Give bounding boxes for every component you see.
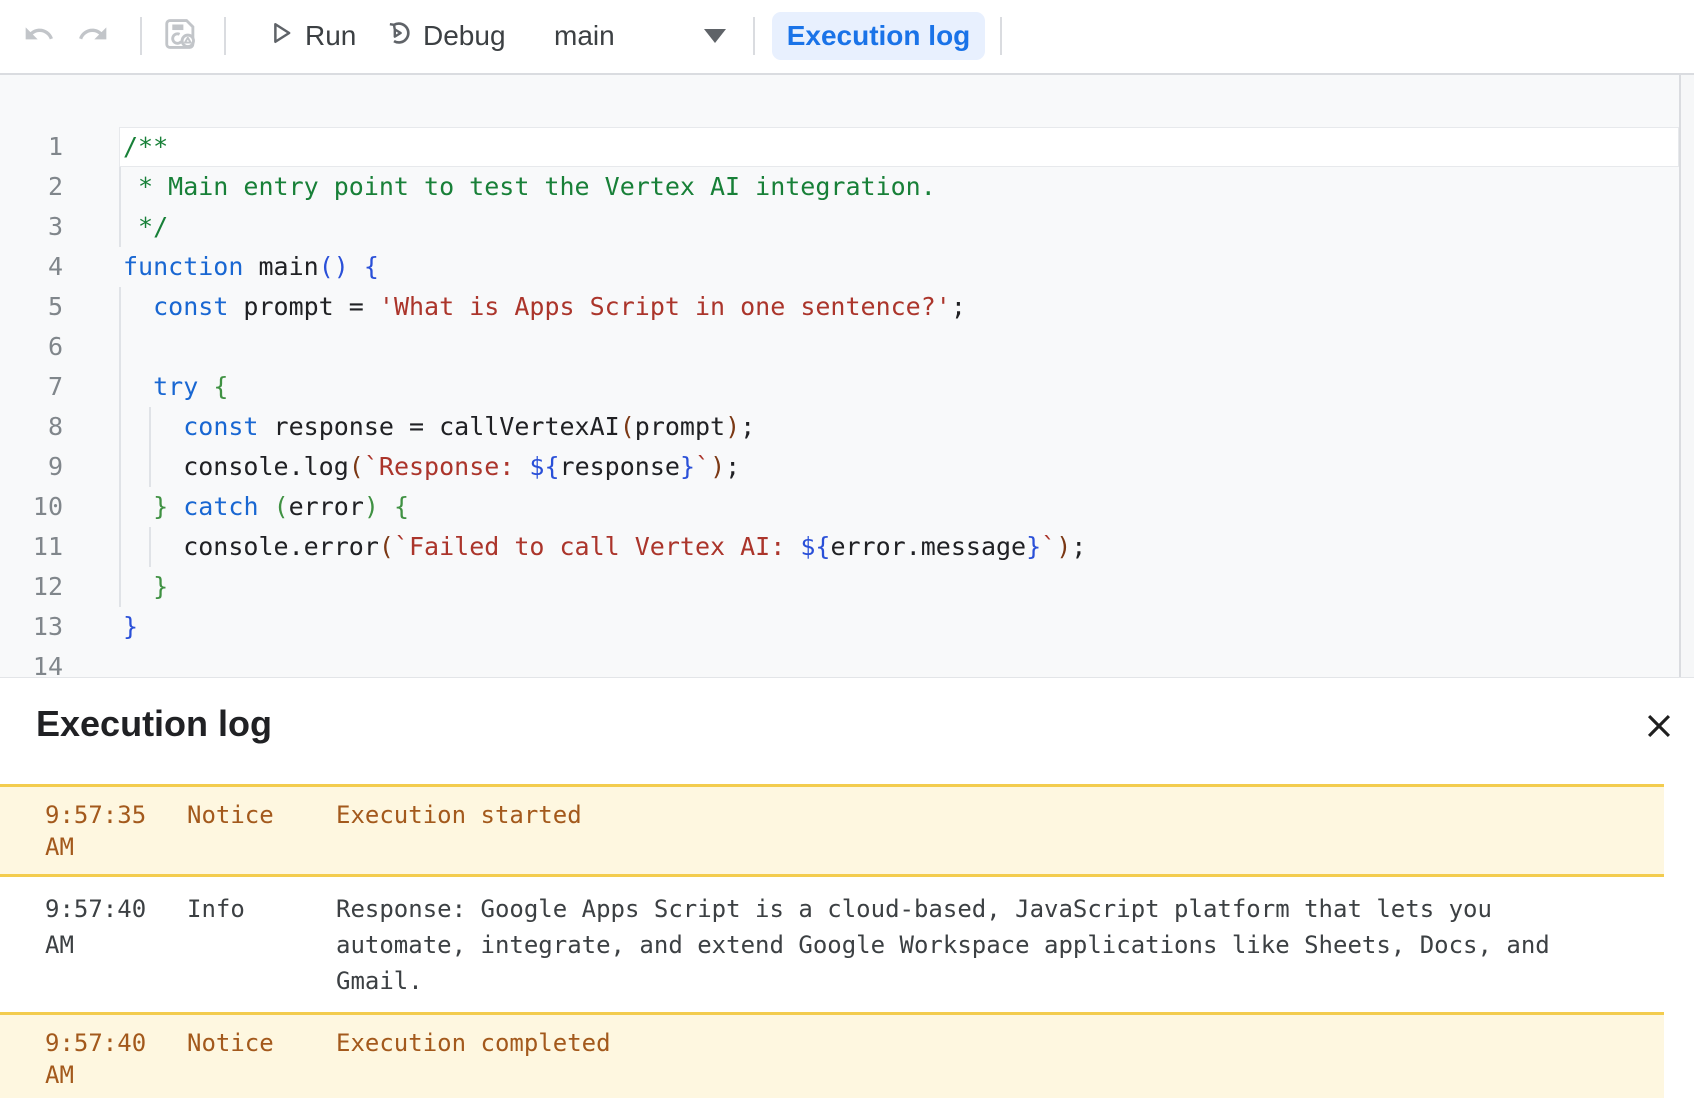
line-number[interactable]: 11 [0,527,63,567]
log-entry: 9:57:40 AMInfoResponse: Google Apps Scri… [0,877,1664,1012]
code-line[interactable]: 3 */ [0,207,1694,247]
code-line[interactable]: 9 console.log(`Response: ${response}`); [0,447,1694,487]
code-line[interactable]: 12 } [0,567,1694,607]
indent-guide [119,287,121,327]
log-entries: 9:57:35 AMNoticeExecution started9:57:40… [0,784,1664,1098]
log-entry-message: Execution started [336,799,582,863]
chevron-down-icon [704,29,726,43]
code-line[interactable]: 1 /** [0,127,1694,167]
redo-button[interactable] [71,14,115,58]
line-number[interactable]: 6 [0,327,63,367]
code-line[interactable]: 7 try { [0,367,1694,407]
line-number[interactable]: 13 [0,607,63,647]
log-entry-level: Notice [187,799,336,863]
execution-log-button-label: Execution log [787,20,971,52]
code-line[interactable]: 14 [0,647,1694,677]
line-number[interactable]: 1 [0,127,63,167]
code-line[interactable]: 2 * Main entry point to test the Vertex … [0,167,1694,207]
code-line[interactable]: 4 function main() { [0,247,1694,287]
indent-guide [119,367,121,407]
line-number[interactable]: 3 [0,207,63,247]
line-number[interactable]: 5 [0,287,63,327]
line-number[interactable]: 14 [0,647,63,677]
undo-button[interactable] [17,14,61,58]
code-line[interactable]: 5 const prompt = 'What is Apps Script in… [0,287,1694,327]
undo-icon [23,18,55,55]
function-selector-value: main [554,20,615,52]
code-text: try { [123,367,228,407]
function-selector[interactable]: main [546,14,734,58]
log-entry-time: 9:57:40 AM [45,1027,187,1091]
code-text: * Main entry point to test the Vertex AI… [123,167,936,207]
line-number[interactable]: 4 [0,247,63,287]
indent-guide [119,527,121,567]
log-entry: 9:57:35 AMNoticeExecution started [0,784,1664,877]
execution-log-title: Execution log [36,703,272,745]
code-text: } catch (error) { [123,487,409,527]
line-number[interactable]: 10 [0,487,63,527]
code-text: function main() { [123,247,379,287]
code-line[interactable]: 8 const response = callVertexAI(prompt); [0,407,1694,447]
code-text: const prompt = 'What is Apps Script in o… [123,287,966,327]
toolbar: Run Debug main Execution log [0,0,1694,75]
code-text: } [123,607,138,647]
code-text: const response = callVertexAI(prompt); [123,407,755,447]
indent-guide [119,207,121,247]
line-number[interactable]: 2 [0,167,63,207]
save-project-icon [162,15,200,58]
indent-guide [119,167,121,207]
editor-scrollbar[interactable] [1679,75,1694,677]
run-button[interactable]: Run [266,14,356,58]
indent-guide [119,407,121,447]
log-entry-message: Response: Google Apps Script is a cloud-… [336,891,1576,999]
log-entry-message: Execution completed [336,1027,611,1091]
save-button[interactable] [159,14,203,58]
line-number[interactable]: 7 [0,367,63,407]
code-line[interactable]: 13} [0,607,1694,647]
indent-guide [119,567,121,607]
line-number[interactable]: 8 [0,407,63,447]
debug-button[interactable]: Debug [382,14,506,58]
log-entry: 9:57:40 AMNoticeExecution completed [0,1012,1664,1098]
toolbar-divider [224,17,226,55]
toolbar-divider [753,17,755,55]
close-log-button[interactable] [1638,706,1680,748]
indent-guide [119,327,121,367]
toolbar-divider [1000,17,1002,55]
code-text: */ [123,207,168,247]
indent-guide [119,447,121,487]
log-entry-time: 9:57:40 AM [45,891,187,999]
code-text: } [123,567,168,607]
run-label: Run [305,20,356,52]
log-entry-time: 9:57:35 AM [45,799,187,863]
debug-icon [382,17,414,56]
current-line-highlight [119,127,1679,167]
line-number[interactable]: 9 [0,447,63,487]
log-entry-level: Info [187,891,336,999]
code-editor[interactable]: 1/**2 * Main entry point to test the Ver… [0,75,1694,677]
run-icon [266,18,296,55]
apps-script-editor-window: Run Debug main Execution log 1/**2 * Mai… [0,0,1694,1098]
log-entry-level: Notice [187,1027,336,1091]
code-text: console.log(`Response: ${response}`); [123,447,740,487]
code-line[interactable]: 11 console.error(`Failed to call Vertex … [0,527,1694,567]
toolbar-divider [140,17,142,55]
line-number[interactable]: 12 [0,567,63,607]
code-text: /** [123,127,168,167]
code-line[interactable]: 10 } catch (error) { [0,487,1694,527]
code-line[interactable]: 6 [0,327,1694,367]
code-text: console.error(`Failed to call Vertex AI:… [123,527,1086,567]
close-icon [1642,709,1676,746]
indent-guide [119,487,121,527]
execution-log-toggle-button[interactable]: Execution log [772,12,985,60]
redo-icon [77,18,109,55]
debug-label: Debug [423,20,506,52]
